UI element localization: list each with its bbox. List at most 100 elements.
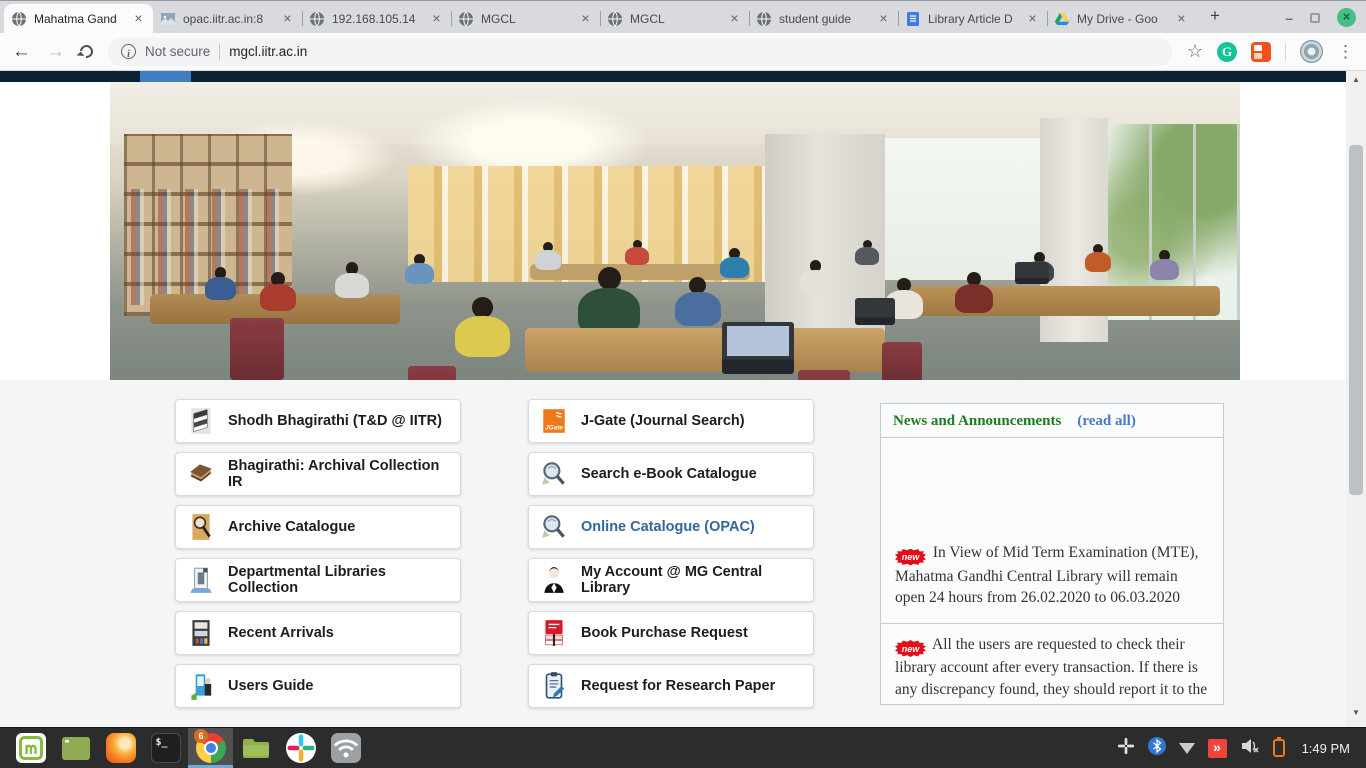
files-launcher[interactable] <box>53 728 98 768</box>
link-recent-arrivals[interactable]: Recent Arrivals <box>175 611 461 655</box>
read-all-link[interactable]: (read all) <box>1077 413 1135 430</box>
taskbar-clock[interactable]: 1:49 PM <box>1302 741 1350 756</box>
bluetooth-icon[interactable] <box>1148 737 1166 760</box>
maximize-button[interactable] <box>1310 13 1320 23</box>
taskbar: $_ 6 1:49 PM <box>0 727 1366 768</box>
site-info-icon[interactable] <box>121 44 136 59</box>
tab-title: Mahatma Gand <box>34 12 124 26</box>
slack-tray-icon[interactable] <box>1117 737 1135 760</box>
tab-title: opac.iitr.ac.in:8 <box>183 12 273 26</box>
link-label: Request for Research Paper <box>581 678 775 694</box>
close-icon[interactable] <box>1025 11 1040 26</box>
link-departmental-libraries[interactable]: Departmental Libraries Collection <box>175 558 461 602</box>
link-request-research-paper[interactable]: Request for Research Paper <box>528 664 814 708</box>
anydesk-icon[interactable] <box>1208 739 1227 758</box>
browser-menu-icon[interactable] <box>1337 42 1354 62</box>
department-building-icon <box>188 565 214 595</box>
red-book-icon <box>541 618 567 648</box>
tab-title: My Drive - Goo <box>1077 12 1167 26</box>
grammarly-extension-icon[interactable] <box>1217 42 1237 62</box>
person-figure <box>205 267 236 300</box>
link-book-purchase-request[interactable]: Book Purchase Request <box>528 611 814 655</box>
network-tool-launcher[interactable] <box>323 728 368 768</box>
close-icon[interactable] <box>876 11 891 26</box>
link-ebook-catalogue[interactable]: Search e-Book Catalogue <box>528 452 814 496</box>
firefox-launcher[interactable] <box>98 728 143 768</box>
person-figure <box>720 248 749 278</box>
person-figure <box>625 240 649 265</box>
forward-button[interactable]: → <box>46 42 65 61</box>
tab-mahatma-gandhi-library[interactable]: Mahatma Gand <box>4 4 153 33</box>
mint-menu-button[interactable] <box>8 728 53 768</box>
url-text: mgcl.iitr.ac.in <box>229 44 307 59</box>
green-window-icon <box>61 733 91 763</box>
orange-extension-icon[interactable] <box>1251 42 1271 62</box>
tab-mgcl-2[interactable]: MGCL <box>600 4 749 33</box>
link-archive-catalogue[interactable]: Archive Catalogue <box>175 505 461 549</box>
link-label: Bhagirathi: Archival Collection IR <box>228 458 448 490</box>
chrome-launcher-active[interactable]: 6 <box>188 728 233 768</box>
link-label: Book Purchase Request <box>581 625 748 641</box>
link-label: Search e-Book Catalogue <box>581 466 757 482</box>
link-label: Online Catalogue (OPAC) <box>581 519 755 535</box>
tab-title: student guide <box>779 12 869 26</box>
address-bar[interactable]: Not secure mgcl.iitr.ac.in <box>108 38 1172 66</box>
table-shape <box>900 286 1220 316</box>
link-bhagirathi-archival[interactable]: Bhagirathi: Archival Collection IR <box>175 452 461 496</box>
link-jgate[interactable]: JGate J-Gate (Journal Search) <box>528 399 814 443</box>
tab-student-guide[interactable]: student guide <box>749 4 898 33</box>
slack-launcher[interactable] <box>278 728 323 768</box>
site-navbar-sliver[interactable] <box>0 71 1346 82</box>
tab-ip-address[interactable]: 192.168.105.14 <box>302 4 451 33</box>
window-close-button[interactable] <box>1337 8 1356 27</box>
link-label: Archive Catalogue <box>228 519 355 535</box>
back-button[interactable]: ← <box>12 42 31 61</box>
scrollbar-thumb[interactable] <box>1349 145 1363 495</box>
terminal-launcher[interactable]: $_ <box>143 728 188 768</box>
link-my-account[interactable]: My Account @ MG Central Library <box>528 558 814 602</box>
person-figure <box>1085 244 1111 272</box>
link-label: J-Gate (Journal Search) <box>581 413 745 429</box>
tab-mgcl-1[interactable]: MGCL <box>451 4 600 33</box>
volume-muted-icon[interactable] <box>1240 738 1260 759</box>
globe-icon <box>607 11 623 27</box>
users-guide-kiosk-icon <box>188 671 214 701</box>
page-scrollbar[interactable] <box>1346 71 1366 727</box>
close-icon[interactable] <box>429 11 444 26</box>
scroll-down-arrow-icon[interactable] <box>1346 708 1366 717</box>
photo-window <box>885 138 1040 280</box>
globe-icon <box>756 11 772 27</box>
close-icon[interactable] <box>1174 11 1189 26</box>
bookshelf-icon <box>188 618 214 648</box>
battery-icon[interactable] <box>1273 739 1285 757</box>
person-figure <box>955 272 993 313</box>
profile-avatar[interactable] <box>1300 40 1323 63</box>
tab-my-drive[interactable]: My Drive - Goo <box>1047 4 1196 33</box>
screen: Mahatma Gand opac.iitr.ac.in:8 192.168.1… <box>0 0 1366 768</box>
tab-opac[interactable]: opac.iitr.ac.in:8 <box>153 4 302 33</box>
link-users-guide[interactable]: Users Guide <box>175 664 461 708</box>
close-icon[interactable] <box>727 11 742 26</box>
link-online-catalogue-opac[interactable]: Online Catalogue (OPAC) <box>528 505 814 549</box>
link-shodh-bhagirathi[interactable]: Shodh Bhagirathi (T&D @ IITR) <box>175 399 461 443</box>
active-nav-item-sliver[interactable] <box>140 71 191 82</box>
scroll-up-arrow-icon[interactable] <box>1346 75 1366 84</box>
terminal-icon: $_ <box>151 733 181 763</box>
link-label: My Account @ MG Central Library <box>581 564 801 596</box>
window-controls <box>1285 1 1356 34</box>
bookmark-star-icon[interactable] <box>1187 41 1203 62</box>
tab-library-article[interactable]: Library Article D <box>898 4 1047 33</box>
file-manager-launcher[interactable] <box>233 728 278 768</box>
close-icon[interactable] <box>578 11 593 26</box>
search-magnifier-icon <box>541 512 567 542</box>
reload-button[interactable] <box>77 42 95 60</box>
news-item-text: All the users are requested to check the… <box>895 636 1207 698</box>
close-icon[interactable] <box>280 11 295 26</box>
minimize-button[interactable] <box>1285 10 1293 26</box>
wifi-tray-icon[interactable] <box>1179 743 1195 754</box>
new-tab-button[interactable] <box>1202 4 1228 30</box>
new-badge: new <box>895 640 926 657</box>
laptop-shape <box>855 298 895 325</box>
close-icon[interactable] <box>131 11 146 26</box>
chrome-window-count-badge: 6 <box>194 729 208 743</box>
